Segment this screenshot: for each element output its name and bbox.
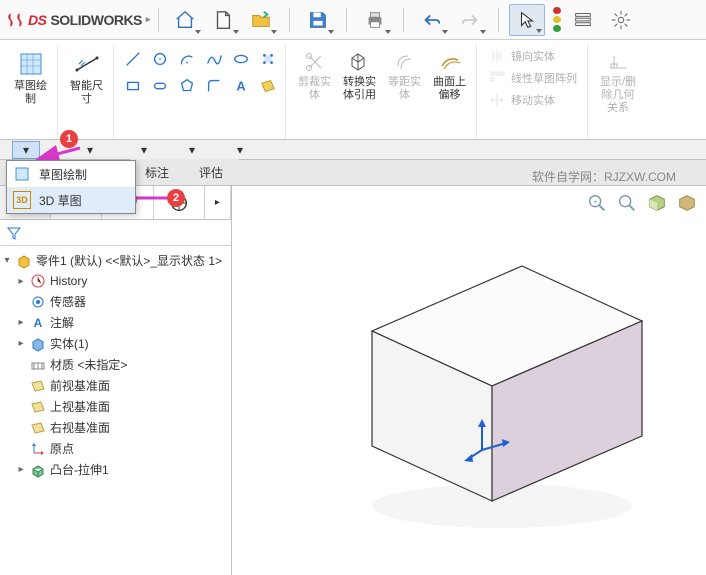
expand-icon[interactable]: ▸: [16, 317, 26, 328]
undo-button[interactable]: [414, 4, 450, 36]
part-icon: [16, 253, 32, 269]
expand-icon[interactable]: ▾: [2, 255, 12, 266]
redo-button[interactable]: [452, 4, 488, 36]
tree-history[interactable]: ▸ History: [2, 271, 229, 291]
line-tool[interactable]: [120, 46, 146, 72]
watermark-text: 软件自学网：RJZXW.COM: [532, 168, 676, 185]
tab-evaluate[interactable]: 评估: [184, 159, 238, 185]
sketch-icon: [13, 165, 31, 183]
tree-solid-bodies[interactable]: ▸ 实体(1): [2, 333, 229, 354]
section-view-button[interactable]: [644, 190, 670, 216]
ellipse-tool[interactable]: [228, 46, 254, 72]
svg-text:A: A: [236, 80, 245, 94]
origin-icon: [30, 441, 46, 457]
dim-dropdown[interactable]: ▾: [76, 141, 104, 159]
svg-text:+: +: [593, 197, 597, 206]
move-button[interactable]: 移动实体: [483, 90, 583, 110]
menu-item-sketch[interactable]: 草图绘制: [7, 161, 135, 187]
orientation-triad: [462, 415, 512, 465]
svg-text:A: A: [34, 316, 43, 330]
tree-right-plane[interactable]: 右视基准面: [2, 417, 229, 438]
ribbon: 草图绘 制 智能尺 寸 A 剪裁实 体: [0, 40, 706, 140]
extrude-icon: [30, 462, 46, 478]
circle-tool[interactable]: [147, 46, 173, 72]
home-button[interactable]: [167, 4, 203, 36]
select-button[interactable]: [509, 4, 545, 36]
solid-icon: [30, 336, 46, 352]
zoom-area-button[interactable]: [614, 190, 640, 216]
tab-annotate[interactable]: 标注: [130, 159, 184, 185]
text-tool[interactable]: A: [228, 73, 254, 99]
funnel-icon: [6, 225, 22, 241]
view-toolbar: +: [584, 190, 700, 216]
quick-access-toolbar: [167, 4, 639, 36]
convert-button[interactable]: 转换实 体引用: [337, 46, 382, 106]
spline-tool[interactable]: [201, 46, 227, 72]
new-button[interactable]: [205, 4, 241, 36]
plane-tool[interactable]: [255, 73, 281, 99]
expand-icon[interactable]: ▸: [16, 276, 26, 287]
expand-icon[interactable]: ▸: [16, 338, 26, 349]
tree-sensors[interactable]: 传感器: [2, 291, 229, 312]
offset-surface-button[interactable]: 曲面上 偏移: [427, 46, 472, 106]
tree-annotations[interactable]: ▸ A 注解: [2, 312, 229, 333]
titlebar: DS SOLIDWORKS ▸: [0, 0, 706, 40]
arc-tool[interactable]: [174, 46, 200, 72]
menu-item-3d-sketch[interactable]: 3D 3D 草图: [7, 187, 135, 213]
history-icon: [30, 273, 46, 289]
display-style-button[interactable]: [674, 190, 700, 216]
zoom-fit-button[interactable]: +: [584, 190, 610, 216]
tree-top-plane[interactable]: 上视基准面: [2, 396, 229, 417]
3d-model: [312, 236, 662, 536]
slot-tool[interactable]: [147, 73, 173, 99]
plane-icon: [30, 420, 46, 436]
grid-dropdown-3[interactable]: ▾: [226, 141, 254, 159]
tree-front-plane[interactable]: 前视基准面: [2, 375, 229, 396]
fillet-tool[interactable]: [201, 73, 227, 99]
more-tabs[interactable]: ▸: [205, 186, 231, 219]
app-logo: DS SOLIDWORKS ▸: [6, 11, 150, 29]
tree-root[interactable]: ▾ 零件1 (默认) <<默认>_显示状态 1>: [2, 250, 229, 271]
plane-icon: [30, 399, 46, 415]
sketch-button[interactable]: 草图绘 制: [8, 46, 53, 110]
annotation-badge-1: 1: [60, 130, 78, 148]
options-button[interactable]: [565, 4, 601, 36]
sketch-dropdown-menu: 草图绘制 3D 3D 草图 2: [6, 160, 136, 214]
linear-pattern-button[interactable]: 线性草图阵列: [483, 68, 583, 88]
tree-origin[interactable]: 原点: [2, 438, 229, 459]
print-button[interactable]: [357, 4, 393, 36]
feature-tree: ▾ 零件1 (默认) <<默认>_显示状态 1> ▸ History 传感器 ▸…: [0, 246, 231, 575]
plane-icon: [30, 378, 46, 394]
grid-dropdown-1[interactable]: ▾: [130, 141, 158, 159]
sketch-dropdown[interactable]: ▾: [12, 141, 40, 159]
sketch-tools-grid: A: [120, 46, 281, 99]
annotation-icon: A: [30, 315, 46, 331]
tree-extrude[interactable]: ▸ 凸台-拉伸1: [2, 459, 229, 480]
rectangle-tool[interactable]: [120, 73, 146, 99]
material-icon: [30, 357, 46, 373]
offset-entities-button[interactable]: 等距实 体: [382, 46, 427, 106]
point-tool[interactable]: [255, 46, 281, 72]
ribbon-dropdown-row: ▾ ▾ ▾ ▾ ▾ 1: [0, 140, 706, 160]
trim-button[interactable]: 剪裁实 体: [292, 46, 337, 106]
tree-filter[interactable]: [0, 220, 231, 246]
settings-button[interactable]: [603, 4, 639, 36]
open-button[interactable]: [243, 4, 279, 36]
expand-icon[interactable]: ▸: [16, 464, 26, 475]
grid-dropdown-2[interactable]: ▾: [178, 141, 206, 159]
display-relations-button[interactable]: 显示/删 除几何 关系: [594, 46, 642, 119]
3d-viewport[interactable]: +: [232, 186, 706, 575]
rebuild-indicator: [553, 7, 563, 33]
polygon-tool[interactable]: [174, 73, 200, 99]
save-button[interactable]: [300, 4, 336, 36]
main-area: ▸ ▾ 零件1 (默认) <<默认>_显示状态 1> ▸ History 传感器: [0, 186, 706, 575]
feature-manager-panel: ▸ ▾ 零件1 (默认) <<默认>_显示状态 1> ▸ History 传感器: [0, 186, 232, 575]
tree-material[interactable]: 材质 <未指定>: [2, 354, 229, 375]
sensor-icon: [30, 294, 46, 310]
annotation-badge-2: 2: [167, 189, 185, 207]
smart-dimension-button[interactable]: 智能尺 寸: [64, 46, 109, 110]
mirror-button[interactable]: 镜向实体: [483, 46, 583, 66]
3d-sketch-icon: 3D: [13, 191, 31, 209]
